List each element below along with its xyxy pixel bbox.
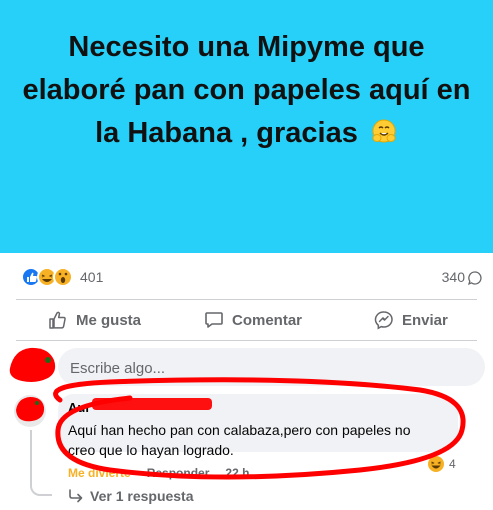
thread-line xyxy=(30,430,52,496)
divider xyxy=(16,340,477,341)
comment-input[interactable] xyxy=(68,348,322,388)
comment-bubble: Aur Aquí han hecho pan con calabaza,pero… xyxy=(58,394,458,458)
reaction-stats: 401 340 xyxy=(0,262,493,292)
post-text-block: Necesito una Mipyme que elaboré pan con … xyxy=(20,26,473,155)
post-banner: Necesito una Mipyme que elaboré pan con … xyxy=(0,0,493,253)
thumbs-up-icon xyxy=(49,311,66,329)
like-label: Me gusta xyxy=(76,311,142,329)
like-button[interactable]: Me gusta xyxy=(48,303,141,337)
comment-button[interactable]: Comentar xyxy=(204,303,302,337)
comment-bubble-icon xyxy=(467,271,482,286)
comment-icon xyxy=(205,312,223,328)
reply-arrow-icon xyxy=(69,489,83,503)
redaction-mark xyxy=(92,398,212,410)
reply-button[interactable]: Responder xyxy=(147,466,210,480)
post-actions: Me gusta Comentar Enviar xyxy=(0,303,493,337)
hugging-face-icon xyxy=(372,119,396,143)
view-replies-label: Ver 1 respuesta xyxy=(90,488,194,504)
comments-count[interactable]: 340 xyxy=(442,269,465,285)
comment-label: Comentar xyxy=(232,311,303,329)
comment-time[interactable]: 22 h xyxy=(225,466,249,480)
messenger-icon xyxy=(374,311,393,330)
haha-icon xyxy=(428,456,444,472)
view-replies-button[interactable]: Ver 1 respuesta xyxy=(68,488,194,504)
comment-composer: GIF xyxy=(0,346,493,390)
reaction-label[interactable]: Me divierte xyxy=(68,466,131,480)
comment-reaction-count: 4 xyxy=(449,457,456,471)
avatar-redacted[interactable] xyxy=(10,394,50,428)
share-label: Enviar xyxy=(402,311,448,329)
share-button[interactable]: Enviar xyxy=(374,303,448,337)
comment-text: Aquí han hecho pan con calabaza,pero con… xyxy=(68,422,411,458)
reaction-icons[interactable] xyxy=(20,266,76,288)
comment: Aur Aquí han hecho pan con calabaza,pero… xyxy=(0,390,493,510)
composer-box[interactable]: GIF xyxy=(58,348,485,388)
comment-author[interactable]: Aur xyxy=(68,400,90,415)
wow-icon xyxy=(53,267,73,287)
reactions-count[interactable]: 401 xyxy=(80,269,103,285)
post-text: Necesito una Mipyme que elaboré pan con … xyxy=(22,31,471,149)
comment-reactions[interactable]: 4 xyxy=(424,454,459,474)
comment-meta: Me divierte Responder 22 h xyxy=(68,466,249,480)
avatar-redacted xyxy=(9,347,56,382)
divider xyxy=(16,299,477,300)
